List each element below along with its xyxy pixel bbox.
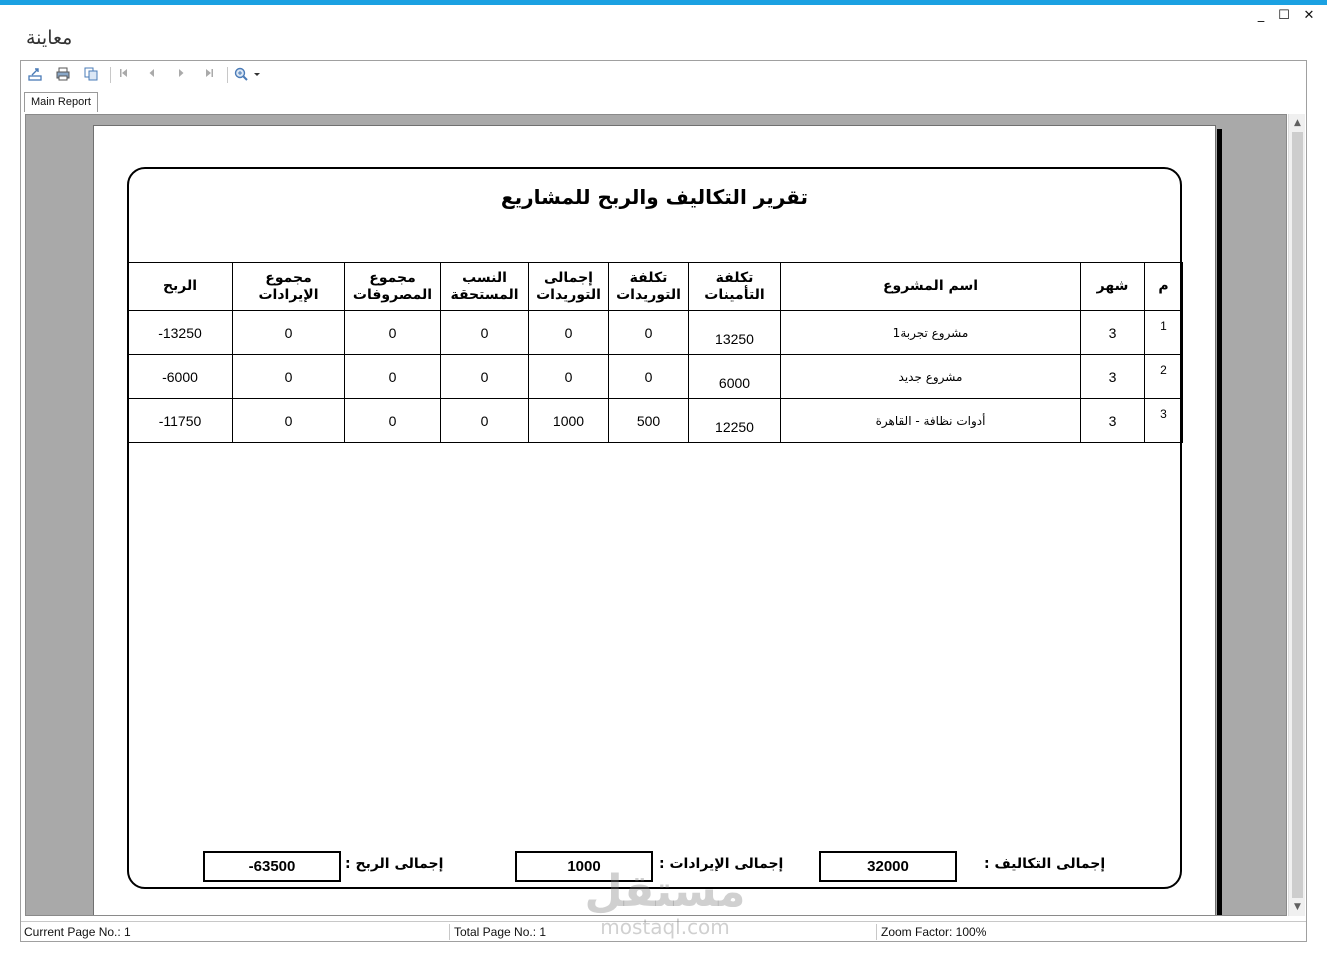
header-supply-total-line2: التوريدات: [536, 286, 601, 303]
tab-main-report[interactable]: Main Report: [24, 92, 98, 112]
cell-serial: 2: [1144, 354, 1183, 399]
first-page-icon[interactable]: [114, 66, 134, 84]
report-tabs: Main Report: [21, 89, 1306, 113]
header-supply-total: إجمالى التوريدات: [528, 262, 609, 311]
cell-project: أدوات نظافة - القاهرة: [780, 398, 1081, 443]
cell-supply-total: 0: [528, 354, 609, 399]
cell-month: 3: [1080, 310, 1145, 355]
status-separator: [876, 924, 877, 940]
cell-month: 3: [1080, 354, 1145, 399]
status-current-page: Current Page No.: 1: [24, 925, 131, 939]
cell-serial: 1: [1144, 310, 1183, 355]
scrollbar-thumb[interactable]: [1292, 132, 1303, 898]
cell-supply-total: 1000: [528, 398, 609, 443]
cell-revenue: 0: [232, 398, 345, 443]
header-expenses-line2: المصروفات: [352, 286, 433, 303]
prev-page-icon[interactable]: [142, 66, 162, 84]
status-zoom: Zoom Factor: 100%: [881, 925, 987, 939]
toolbar-separator: [110, 67, 111, 83]
cell-revenue: 0: [232, 354, 345, 399]
cell-percent: 0: [440, 310, 529, 355]
header-supply-total-line1: إجمالى: [544, 269, 593, 286]
status-total-pages: Total Page No.: 1: [454, 925, 547, 939]
header-supply-cost-line2: التوريدات: [616, 286, 681, 303]
header-serial: م: [1144, 262, 1183, 311]
scroll-down-icon[interactable]: ▼: [1289, 899, 1306, 915]
status-separator: [449, 924, 450, 940]
watermark: مستقل mostaql.com: [580, 866, 750, 939]
cell-expenses: 0: [344, 354, 441, 399]
header-insurance-line1: تكلفة: [715, 269, 754, 286]
close-button[interactable]: ✕: [1298, 8, 1320, 24]
watermark-arabic: مستقل: [584, 866, 746, 917]
toolbar-separator: [227, 67, 228, 83]
header-expenses: مجموع المصروفات: [344, 262, 441, 311]
header-percent-line1: النسب: [462, 269, 507, 286]
header-supply-cost-line1: تكلفة: [629, 269, 668, 286]
cell-profit: 6000-: [127, 354, 233, 399]
table-row: 1 3 مشروع تجربة1 13250 0 0 0 0 0 13250-: [127, 310, 1183, 355]
table-header-row: م شهر اسم المشروع تكلفة التأمينات تكلفة ال…: [127, 262, 1183, 311]
cell-supply-cost: 0: [608, 310, 689, 355]
header-revenue-line1: مجموع: [265, 269, 312, 286]
total-profit-value: -63500: [203, 851, 341, 882]
total-costs-value: 32000: [819, 851, 957, 882]
report-title: تقرير التكاليف والربح للمشاريع: [500, 185, 809, 209]
header-expenses-line1: مجموع: [369, 269, 416, 286]
table-row: 3 3 أدوات نظافة - القاهرة 12250 500 1000…: [127, 398, 1183, 443]
preview-window: معاينة _ ☐ ✕ Main Report تقرير التكاليف …: [0, 0, 1327, 962]
window-title: معاينة: [26, 27, 73, 49]
cell-supply-total: 0: [528, 310, 609, 355]
cell-profit: 11750-: [127, 398, 233, 443]
table-row: 2 3 مشروع جديد 6000 0 0 0 0 0 6000-: [127, 354, 1183, 399]
cell-percent: 0: [440, 398, 529, 443]
header-month: شهر: [1080, 262, 1145, 311]
next-page-icon[interactable]: [171, 66, 191, 84]
header-revenue: مجموع الإيرادات: [232, 262, 345, 311]
header-percent-line2: المستحقة: [450, 286, 519, 303]
header-insurance: تكلفة التأمينات: [688, 262, 781, 311]
viewer-toolbar: [21, 61, 1306, 89]
cell-percent: 0: [440, 354, 529, 399]
cell-serial: 3: [1144, 398, 1183, 443]
cell-supply-cost: 500: [608, 398, 689, 443]
scroll-up-icon[interactable]: ▲: [1289, 115, 1306, 131]
header-insurance-line2: التأمينات: [704, 286, 765, 303]
export-icon[interactable]: [25, 66, 45, 84]
header-percent: النسب المستحقة: [440, 262, 529, 311]
cell-supply-cost: 0: [608, 354, 689, 399]
minimize-button[interactable]: _: [1250, 8, 1272, 24]
cell-month: 3: [1080, 398, 1145, 443]
report-frame: تقرير التكاليف والربح للمشاريع م شهر اسم…: [127, 167, 1183, 889]
header-profit: الربح: [127, 262, 233, 311]
header-supply-cost: تكلفة التوريدات: [608, 262, 689, 311]
report-canvas: تقرير التكاليف والربح للمشاريع م شهر اسم…: [25, 114, 1287, 916]
watermark-latin: mostaql.com: [600, 915, 730, 939]
print-icon[interactable]: [53, 66, 73, 84]
vertical-scrollbar[interactable]: ▲ ▼: [1288, 114, 1305, 916]
maximize-button[interactable]: ☐: [1273, 8, 1295, 24]
cell-project: مشروع جديد: [780, 354, 1081, 399]
cell-profit: 13250-: [127, 310, 233, 355]
report-viewer: Main Report تقرير التكاليف والربح للمشار…: [20, 60, 1307, 942]
total-costs-label: إجمالى التكاليف :: [984, 856, 1106, 872]
cell-project: مشروع تجربة1: [780, 310, 1081, 355]
report-page: تقرير التكاليف والربح للمشاريع م شهر اسم…: [93, 125, 1216, 915]
copy-icon[interactable]: [81, 66, 101, 84]
cell-insurance: 12250: [688, 398, 781, 443]
cell-insurance: 6000: [688, 354, 781, 399]
window-accent-bar: [0, 0, 1327, 5]
cell-insurance: 13250: [688, 310, 781, 355]
cell-expenses: 0: [344, 310, 441, 355]
page-shadow: [1217, 129, 1222, 915]
header-project: اسم المشروع: [780, 262, 1081, 311]
last-page-icon[interactable]: [199, 66, 219, 84]
total-profit-label: إجمالى الربح :: [345, 856, 444, 872]
report-table: م شهر اسم المشروع تكلفة التأمينات تكلفة ال…: [127, 262, 1183, 443]
zoom-icon[interactable]: [233, 66, 263, 84]
cell-revenue: 0: [232, 310, 345, 355]
cell-expenses: 0: [344, 398, 441, 443]
header-revenue-line2: الإيرادات: [258, 286, 319, 303]
